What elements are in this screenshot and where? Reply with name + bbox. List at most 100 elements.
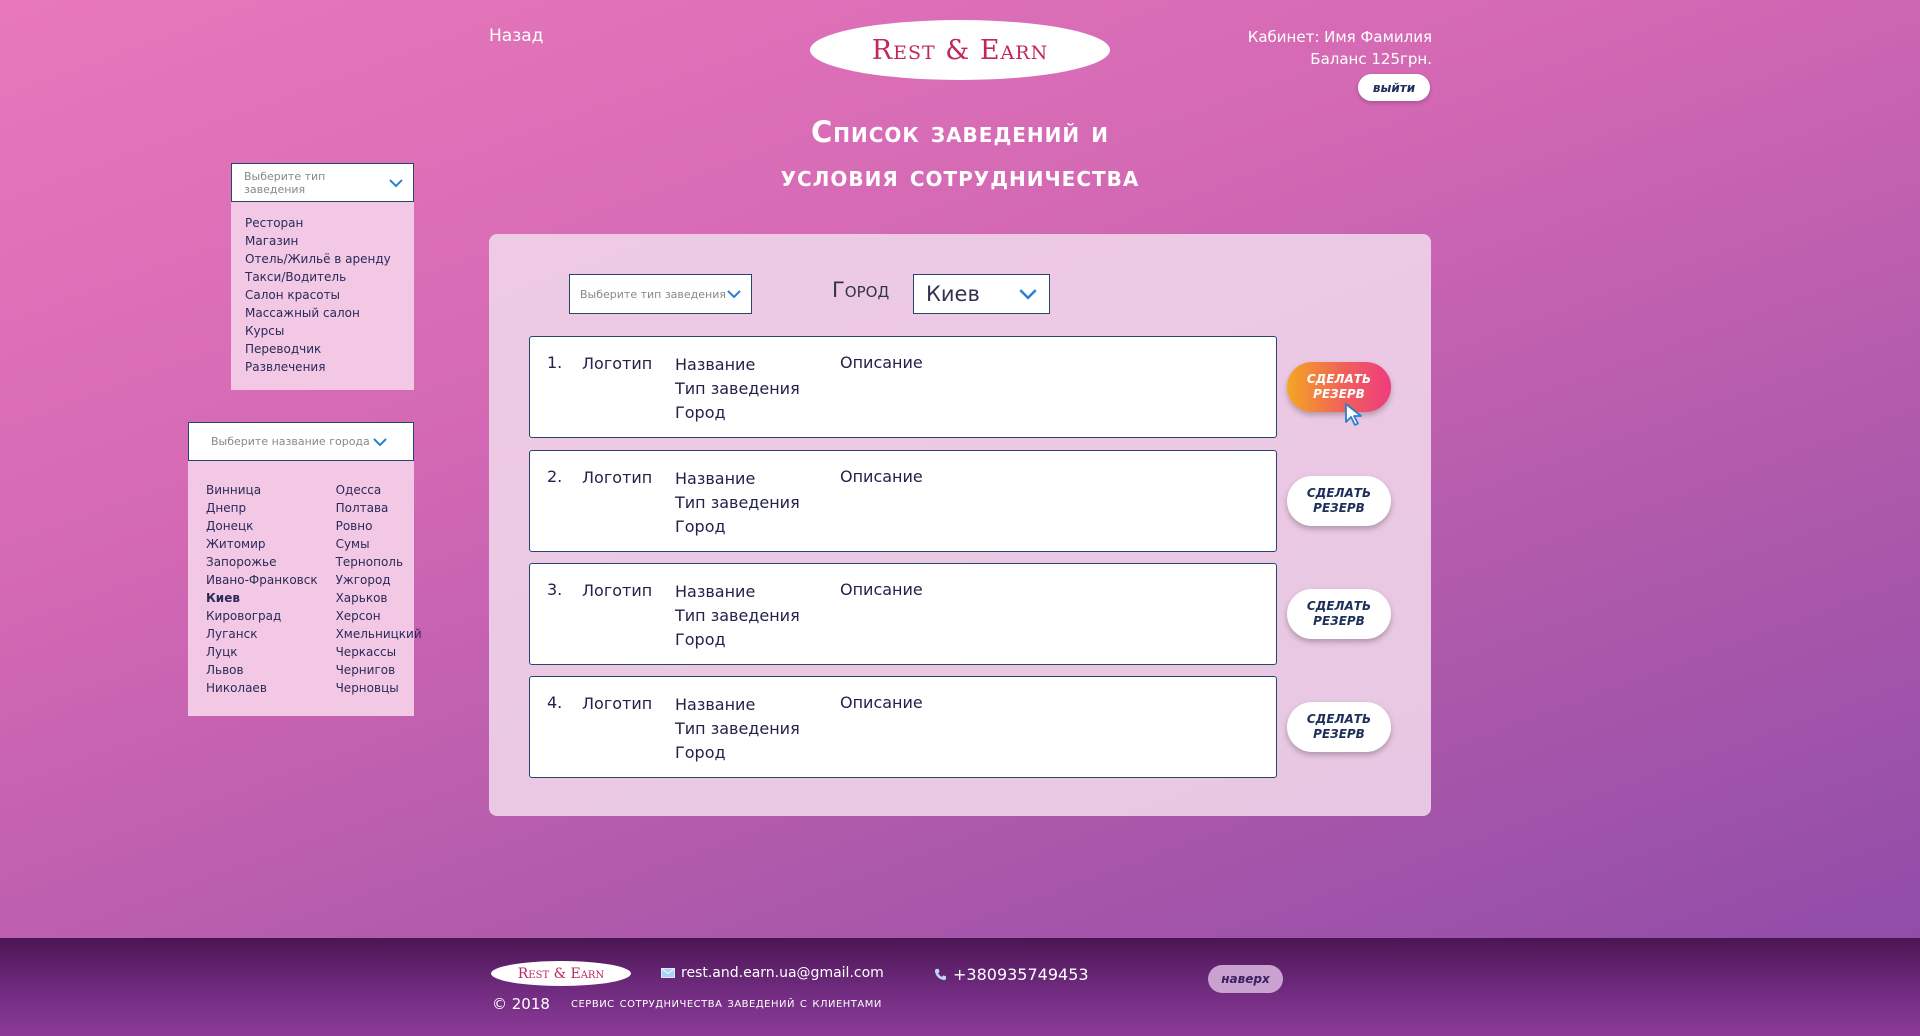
- card-city: Город: [675, 517, 726, 536]
- establishment-card: 1. Логотип Название Тип заведения Город Описа…: [529, 336, 1277, 438]
- page-title-line1: Список заведений и: [810, 115, 1109, 149]
- footer-phone-text: +380935749453: [953, 965, 1089, 984]
- reserve-button[interactable]: Сделать резерв: [1287, 702, 1391, 752]
- type-option[interactable]: Курсы: [245, 322, 414, 340]
- city-option[interactable]: Житомир: [206, 535, 318, 553]
- card-description: Описание: [840, 353, 923, 372]
- city-option[interactable]: Полтава: [336, 499, 422, 517]
- city-option[interactable]: Черновцы: [336, 679, 422, 697]
- copyright: © 2018: [492, 995, 550, 1013]
- city-label: Город: [832, 278, 890, 302]
- chevron-down-icon: [389, 178, 403, 187]
- establishment-card: 2. Логотип Название Тип заведения Город Описа…: [529, 450, 1277, 552]
- card-type: Тип заведения: [675, 493, 800, 512]
- city-option[interactable]: Донецк: [206, 517, 318, 535]
- card-info: Название Тип заведения Город: [675, 353, 800, 425]
- city-column-2: Одесса Полтава Ровно Сумы Тернополь Ужгород Ха…: [336, 481, 422, 697]
- card-name: Название: [675, 582, 756, 601]
- city-option[interactable]: Харьков: [336, 589, 422, 607]
- city-option[interactable]: Ужгород: [336, 571, 422, 589]
- card-logo: Логотип: [582, 581, 653, 600]
- card-name: Название: [675, 695, 756, 714]
- establishment-card: 3. Логотип Название Тип заведения Город Описа…: [529, 563, 1277, 665]
- reserve-button[interactable]: Сделать резерв: [1287, 362, 1391, 412]
- cursor-icon: [1345, 403, 1362, 426]
- card-number: 2.: [547, 467, 563, 486]
- card-logo: Логотип: [582, 354, 653, 373]
- card-name: Название: [675, 355, 756, 374]
- side-type-placeholder: Выберите тип заведения: [244, 169, 326, 196]
- city-option[interactable]: Ровно: [336, 517, 422, 535]
- establishment-card: 4. Логотип Название Тип заведения Город Описа…: [529, 676, 1277, 778]
- city-option[interactable]: Хмельницкий: [336, 625, 422, 643]
- card-description: Описание: [840, 580, 923, 599]
- page-title-line2: условия сотрудничества: [780, 159, 1140, 193]
- account-info: Кабинет: Имя Фамилия Баланс 125грн.: [1248, 26, 1432, 70]
- city-option[interactable]: Херсон: [336, 607, 422, 625]
- card-number: 1.: [547, 353, 563, 372]
- type-option[interactable]: Магазин: [245, 232, 414, 250]
- city-option[interactable]: Луганск: [206, 625, 318, 643]
- city-option[interactable]: Чернигов: [336, 661, 422, 679]
- city-option[interactable]: Тернополь: [336, 553, 422, 571]
- scroll-top-button[interactable]: наверх: [1208, 965, 1283, 993]
- footer: [0, 938, 1920, 1036]
- footer-email[interactable]: rest.and.earn.ua@gmail.com: [661, 965, 884, 981]
- logo-text: Rest & Earn: [871, 34, 1049, 66]
- card-number: 4.: [547, 693, 563, 712]
- back-link[interactable]: Назад: [489, 26, 543, 46]
- city-column-1: Винница Днепр Донецк Житомир Запорожье Ивано-…: [206, 481, 318, 697]
- card-type: Тип заведения: [675, 379, 800, 398]
- page-title: Список заведений и условия сотрудничеств…: [560, 110, 1360, 198]
- side-city-placeholder: Выберите название города: [211, 435, 370, 448]
- city-option[interactable]: Днепр: [206, 499, 318, 517]
- side-type-dropdown[interactable]: Выберите тип заведения: [231, 163, 414, 202]
- city-option[interactable]: Запорожье: [206, 553, 318, 571]
- type-option[interactable]: Отель/Жильё в аренду: [245, 250, 414, 268]
- card-logo: Логотип: [582, 694, 653, 713]
- footer-logo[interactable]: Rest & Earn: [491, 961, 631, 986]
- logo[interactable]: Rest & Earn: [810, 20, 1110, 80]
- city-option[interactable]: Львов: [206, 661, 318, 679]
- footer-email-text: rest.and.earn.ua@gmail.com: [681, 965, 884, 981]
- type-option[interactable]: Такси/Водитель: [245, 268, 414, 286]
- city-option[interactable]: Одесса: [336, 481, 422, 499]
- chevron-down-icon: [1019, 289, 1037, 300]
- card-number: 3.: [547, 580, 563, 599]
- card-city: Город: [675, 743, 726, 762]
- city-option[interactable]: Винница: [206, 481, 318, 499]
- city-option[interactable]: Ивано-Франковск: [206, 571, 318, 589]
- logout-button[interactable]: выйти: [1358, 74, 1430, 101]
- main-type-dropdown[interactable]: Выберите тип заведения: [569, 274, 752, 314]
- card-description: Описание: [840, 693, 923, 712]
- mail-icon: [661, 968, 675, 978]
- footer-phone[interactable]: +380935749453: [934, 965, 1089, 984]
- type-option[interactable]: Развлечения: [245, 358, 414, 376]
- card-logo: Логотип: [582, 468, 653, 487]
- side-city-list: Винница Днепр Донецк Житомир Запорожье Ивано-…: [188, 461, 422, 716]
- city-option[interactable]: Николаев: [206, 679, 318, 697]
- cabinet-label: Кабинет: Имя Фамилия: [1247, 28, 1432, 46]
- city-option[interactable]: Кировоград: [206, 607, 318, 625]
- city-option[interactable]: Луцк: [206, 643, 318, 661]
- card-city: Город: [675, 630, 726, 649]
- city-dropdown[interactable]: Киев: [913, 274, 1050, 314]
- reserve-button[interactable]: Сделать резерв: [1287, 589, 1391, 639]
- card-city: Город: [675, 403, 726, 422]
- reserve-button[interactable]: Сделать резерв: [1287, 476, 1391, 526]
- main-type-placeholder: Выберите тип заведения: [580, 287, 727, 301]
- city-option[interactable]: Сумы: [336, 535, 422, 553]
- city-option[interactable]: Киев: [206, 589, 318, 607]
- city-dropdown-value: Киев: [926, 282, 980, 306]
- card-info: Название Тип заведения Город: [675, 467, 800, 539]
- type-option[interactable]: Переводчик: [245, 340, 414, 358]
- type-option[interactable]: Массажный салон: [245, 304, 414, 322]
- card-type: Тип заведения: [675, 606, 800, 625]
- side-city-dropdown[interactable]: Выберите название города: [188, 422, 414, 461]
- city-option[interactable]: Черкассы: [336, 643, 422, 661]
- type-option[interactable]: Салон красоты: [245, 286, 414, 304]
- footer-slogan: сервис сотрудничества заведений с клиент…: [571, 995, 882, 1011]
- footer-logo-text: Rest & Earn: [517, 965, 605, 982]
- card-description: Описание: [840, 467, 923, 486]
- type-option[interactable]: Ресторан: [245, 214, 414, 232]
